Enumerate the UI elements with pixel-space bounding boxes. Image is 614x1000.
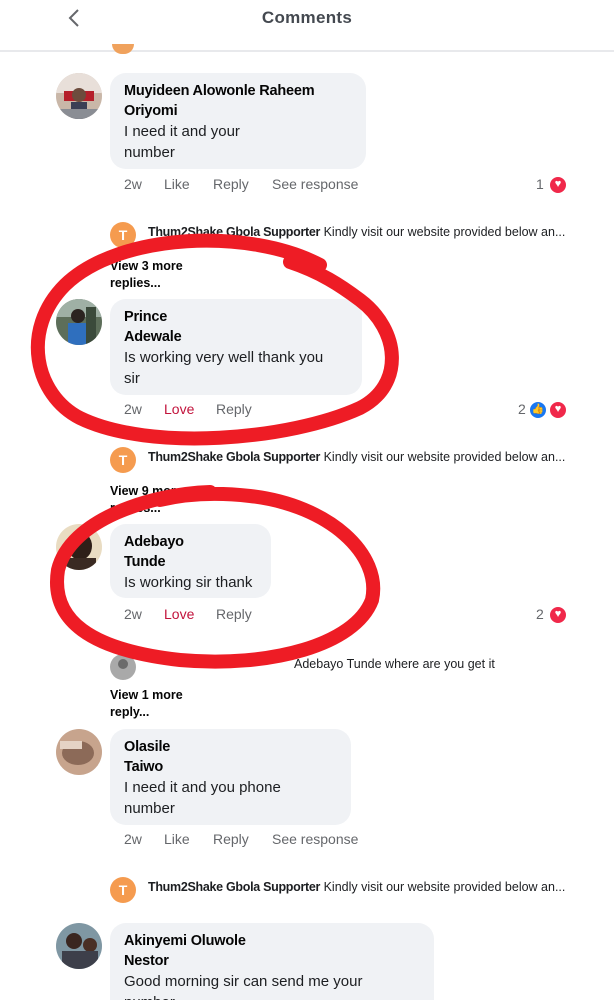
reply-author[interactable]: Thum2Shake Gbola Supporter: [148, 880, 320, 894]
reply-button[interactable]: Reply: [216, 401, 252, 417]
comment-actions: 2w Love Reply: [124, 401, 324, 421]
avatar[interactable]: [56, 73, 102, 119]
reply-snippet: Kindly visit our website provided below …: [323, 880, 566, 894]
top-bar: Comments: [0, 0, 614, 52]
view-more-label: replies...: [110, 501, 161, 515]
comment-actions: 2w Like Reply See response: [124, 831, 384, 851]
comment-actions: 2w Like Reply See response: [124, 176, 384, 196]
love-button[interactable]: Love: [164, 606, 194, 622]
love-button[interactable]: Love: [164, 401, 194, 417]
comment-text: number: [124, 144, 175, 161]
reply-snippet: Adebayo Tunde where are you get it: [294, 657, 495, 671]
reply-button[interactable]: Reply: [213, 176, 249, 192]
comment-bubble[interactable]: Prince Adewale Is working very well than…: [110, 299, 362, 395]
reaction-summary[interactable]: 2 👍 ♥: [518, 401, 570, 421]
reply-author[interactable]: Thum2Shake Gbola Supporter: [148, 450, 320, 464]
avatar[interactable]: [56, 923, 102, 969]
view-more-label: View 3 more: [110, 259, 183, 273]
comment-author[interactable]: Adebayo: [124, 532, 257, 552]
comment-author[interactable]: Akinyemi Oluwole: [124, 931, 420, 951]
comment-time: 2w: [124, 176, 142, 192]
comment-time: 2w: [124, 831, 142, 847]
avatar[interactable]: [56, 299, 102, 345]
heart-icon: ♥: [549, 401, 567, 419]
avatar: T: [110, 447, 136, 473]
comment-author[interactable]: Adewale: [124, 327, 348, 347]
reply-text: Thum2Shake Gbola Supporter Kindly visit …: [148, 225, 598, 239]
avatar[interactable]: [56, 729, 102, 775]
comment-author[interactable]: Olasile: [124, 737, 337, 757]
comment-bubble[interactable]: Akinyemi Oluwole Nestor Good morning sir…: [110, 923, 434, 1000]
reaction-count: 2: [536, 606, 544, 622]
comment-text: sir: [124, 370, 140, 387]
comment-author[interactable]: Nestor: [124, 951, 420, 971]
comment-text: I need it and your: [124, 123, 240, 140]
comment-time: 2w: [124, 401, 142, 417]
reply-preview[interactable]: T Thum2Shake Gbola Supporter Kindly visi…: [110, 447, 580, 473]
avatar: T: [110, 877, 136, 903]
comment-author[interactable]: Taiwo: [124, 757, 337, 777]
comment-author[interactable]: Muyideen Alowonle Raheem: [124, 81, 352, 101]
like-button[interactable]: Like: [164, 176, 190, 192]
heart-icon: ♥: [549, 606, 567, 624]
reply-text: Adebayo Tunde where are you get it: [294, 657, 614, 671]
reply-text: Thum2Shake Gbola Supporter Kindly visit …: [148, 880, 598, 894]
comment-author[interactable]: Oriyomi: [124, 101, 352, 121]
comment-time: 2w: [124, 606, 142, 622]
reply-text: Thum2Shake Gbola Supporter Kindly visit …: [148, 450, 598, 464]
comment-bubble[interactable]: Muyideen Alowonle Raheem Oriyomi I need …: [110, 73, 366, 169]
page-title: Comments: [261, 8, 353, 27]
comment-text: number: [124, 992, 420, 1000]
heart-icon: ♥: [549, 176, 567, 194]
comment-text: Is working sir thank: [124, 574, 253, 591]
avatar: [112, 44, 134, 54]
view-more-label: View 9 more: [110, 484, 183, 498]
view-more-replies-link[interactable]: View 3 more replies...: [110, 258, 183, 292]
view-more-label: View 1 more: [110, 688, 183, 702]
reply-author[interactable]: Thum2Shake Gbola Supporter: [148, 225, 320, 239]
reply-button[interactable]: Reply: [213, 831, 249, 847]
reply-preview[interactable]: T Thum2Shake Gbola Supporter Kindly visi…: [110, 222, 580, 248]
reaction-summary[interactable]: 1 ♥: [536, 176, 570, 196]
reply-preview[interactable]: T Thum2Shake Gbola Supporter Kindly visi…: [110, 877, 580, 903]
comment-text: number: [124, 800, 175, 817]
reply-snippet: Kindly visit our website provided below …: [323, 225, 566, 239]
avatar: [110, 654, 136, 680]
avatar: T: [110, 222, 136, 248]
like-button[interactable]: Like: [164, 831, 190, 847]
comment-bubble[interactable]: Olasile Taiwo I need it and you phone nu…: [110, 729, 351, 825]
comment-actions: 2w Love Reply: [124, 606, 324, 626]
see-response-button[interactable]: See response: [272, 831, 358, 847]
view-more-label: replies...: [110, 276, 161, 290]
reply-snippet: Kindly visit our website provided below …: [323, 450, 566, 464]
view-more-replies-link[interactable]: View 1 more reply...: [110, 687, 183, 721]
comment-author[interactable]: Prince: [124, 307, 348, 327]
see-response-button[interactable]: See response: [272, 176, 358, 192]
view-more-label: reply...: [110, 705, 150, 719]
reply-preview[interactable]: Adebayo Tunde where are you get it: [110, 654, 580, 680]
thumbs-up-icon: 👍: [529, 401, 547, 419]
comment-text: I need it and you phone: [124, 779, 281, 796]
reaction-count: 2: [518, 401, 526, 417]
comment-bubble[interactable]: Adebayo Tunde Is working sir thank: [110, 524, 271, 598]
reaction-summary[interactable]: 2 ♥: [536, 606, 570, 626]
view-more-replies-link[interactable]: View 9 more replies...: [110, 483, 183, 517]
comment-text: Good morning sir can send me your: [124, 973, 363, 990]
comment-author[interactable]: Tunde: [124, 552, 257, 572]
reply-button[interactable]: Reply: [216, 606, 252, 622]
comment-text: Is working very well thank you: [124, 349, 324, 366]
reaction-count: 1: [536, 176, 544, 192]
avatar[interactable]: [56, 524, 102, 570]
